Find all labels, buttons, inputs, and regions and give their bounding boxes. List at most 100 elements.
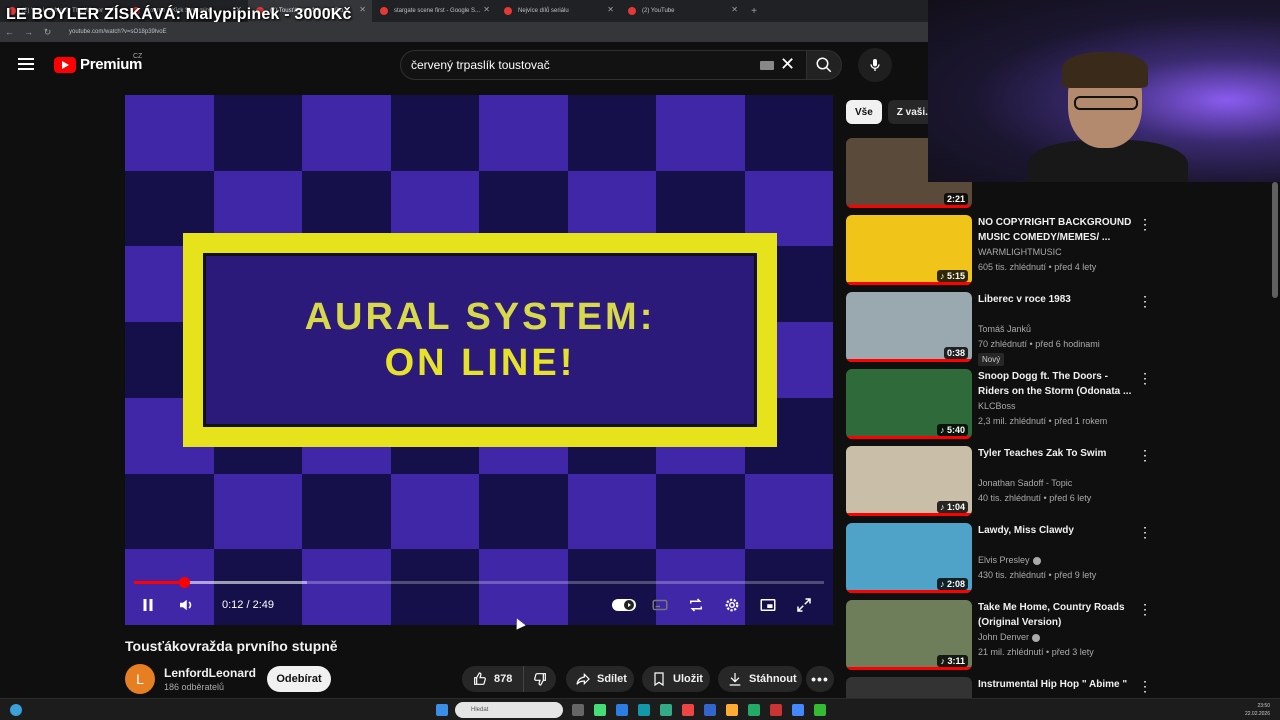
taskbar-app-icon[interactable] <box>814 704 826 716</box>
taskbar-app-icon[interactable] <box>682 704 694 716</box>
browser-tab[interactable]: Nejvíce dílů seriálu ✕ <box>496 0 620 22</box>
recommendation-item[interactable]: ♪ 1:04 Tyler Teaches Zak To Swim Jonathan … <box>846 446 1152 518</box>
fullscreen-button[interactable] <box>793 593 815 617</box>
youtube-logo[interactable]: Premium <box>54 56 142 73</box>
more-vertical-icon[interactable]: ⋮ <box>1138 679 1152 693</box>
new-badge: Nový <box>978 353 1005 366</box>
taskbar-app-icon[interactable] <box>616 704 628 716</box>
video-player[interactable]: AURAL SYSTEM: ON LINE! 0:12 / 2:49 <box>125 95 833 625</box>
video-thumbnail[interactable]: 0:38 <box>846 292 972 362</box>
recommendation-channel[interactable]: Elvis Presley <box>978 555 1041 565</box>
progress-bar[interactable] <box>134 577 824 588</box>
taskbar-app-icon[interactable] <box>638 704 650 716</box>
tab-close-icon[interactable]: ✕ <box>483 5 490 14</box>
taskbar-app-icon[interactable] <box>792 704 804 716</box>
tab-close-icon[interactable]: ✕ <box>731 5 738 14</box>
taskbar-app-icon[interactable] <box>748 704 760 716</box>
recommendation-item[interactable]: 0:38 Liberec v roce 1983 Tomáš Janků 70 zhl… <box>846 292 1152 366</box>
new-tab-icon[interactable]: + <box>744 6 764 17</box>
recommendation-channel[interactable]: KLCBoss <box>978 401 1016 411</box>
recommendation-title[interactable]: Liberec v roce 1983 <box>978 292 1134 307</box>
channel-name[interactable]: LenfordLeonard <box>164 666 256 680</box>
gear-icon <box>725 598 739 612</box>
thumbnail-accent-bar <box>846 282 972 285</box>
forward-icon[interactable]: → <box>19 27 38 37</box>
more-vertical-icon[interactable]: ⋮ <box>1138 448 1152 462</box>
start-icon[interactable] <box>436 704 448 716</box>
like-button[interactable]: 878 <box>462 666 524 692</box>
recommendation-title[interactable]: Lawdy, Miss Clawdy <box>978 523 1134 538</box>
subscribe-button[interactable]: Odebírat <box>267 666 331 692</box>
more-vertical-icon[interactable]: ⋮ <box>1138 217 1152 231</box>
taskbar-app-icon[interactable] <box>660 704 672 716</box>
clear-search-icon[interactable]: ✕ <box>780 54 795 74</box>
tab-close-icon[interactable]: ✕ <box>359 5 366 14</box>
recommendation-channel[interactable]: WARMLIGHTMUSIC <box>978 247 1062 257</box>
subtitles-button[interactable] <box>649 593 671 617</box>
more-vertical-icon[interactable]: ⋮ <box>1138 525 1152 539</box>
back-icon[interactable]: ← <box>0 27 19 37</box>
recommendation-item[interactable]: ♪ 5:15 NO COPYRIGHT BACKGROUND MUSIC COME… <box>846 215 1152 287</box>
webcam-overlay <box>928 0 1280 182</box>
url-text[interactable]: youtube.com/watch?v=sO18p39lvoE <box>69 29 167 35</box>
streamer-glasses <box>1074 96 1138 110</box>
miniplayer-button[interactable] <box>757 593 779 617</box>
thumbnail-accent-bar <box>846 667 972 670</box>
channel-avatar[interactable]: L <box>125 664 155 694</box>
video-frame-sign: AURAL SYSTEM: ON LINE! <box>183 233 777 447</box>
share-button[interactable]: Sdílet <box>566 666 634 692</box>
weather-icon[interactable] <box>10 704 22 716</box>
verified-icon <box>1032 556 1041 565</box>
volume-button[interactable] <box>175 593 197 617</box>
video-thumbnail[interactable]: ♪ 2:08 <box>846 523 972 593</box>
taskbar-app-icon[interactable] <box>770 704 782 716</box>
recommendation-channel[interactable]: Jonathan Sadoff - Topic <box>978 478 1072 488</box>
taskbar-app-icon[interactable] <box>704 704 716 716</box>
menu-icon[interactable] <box>18 58 34 70</box>
recommendation-item[interactable]: ♪ 5:40 Snoop Dogg ft. The Doors - Riders … <box>846 369 1152 441</box>
recommendation-title[interactable]: Tyler Teaches Zak To Swim <box>978 446 1134 461</box>
video-thumbnail[interactable]: ♪ 1:04 <box>846 446 972 516</box>
recommendation-title[interactable]: Take Me Home, Country Roads (Original Ve… <box>978 600 1134 630</box>
browser-tab[interactable]: (2) YouTube ✕ <box>620 0 744 22</box>
recommendation-item[interactable]: ♪ 2:08 Lawdy, Miss Clawdy Elvis Presley 430… <box>846 523 1152 595</box>
recommendation-title[interactable]: Snoop Dogg ft. The Doors - Riders on the… <box>978 369 1134 399</box>
voice-search-button[interactable] <box>858 48 892 82</box>
video-thumbnail[interactable]: ♪ 5:15 <box>846 215 972 285</box>
recommendation-title[interactable]: NO COPYRIGHT BACKGROUND MUSIC COMEDY/MEM… <box>978 215 1134 245</box>
filter-chip[interactable]: Vše <box>846 100 882 124</box>
taskbar-clock[interactable]: 23:50 22.02.2026 <box>1245 702 1270 718</box>
more-actions-button[interactable]: ••• <box>806 666 834 692</box>
dislike-button[interactable] <box>524 666 556 692</box>
browser-tab[interactable]: stargate scene first - Google S... ✕ <box>372 0 496 22</box>
tab-close-icon[interactable]: ✕ <box>607 5 614 14</box>
recommendation-channel[interactable]: John Denver <box>978 632 1041 642</box>
taskbar-search[interactable]: Hledat <box>455 702 563 718</box>
more-vertical-icon[interactable]: ⋮ <box>1138 602 1152 616</box>
taskbar-app-icon[interactable] <box>594 704 606 716</box>
reload-icon[interactable]: ↻ <box>38 27 57 38</box>
download-button[interactable]: Stáhnout <box>718 666 802 692</box>
more-vertical-icon[interactable]: ⋮ <box>1138 294 1152 308</box>
autoplay-toggle[interactable] <box>611 593 637 617</box>
keyboard-icon[interactable] <box>760 61 774 70</box>
taskbar-app-icon[interactable] <box>572 704 584 716</box>
thumbnail-accent-bar <box>846 436 972 439</box>
more-vertical-icon[interactable]: ⋮ <box>1138 371 1152 385</box>
search-box[interactable] <box>400 50 806 80</box>
progress-scrubber[interactable] <box>178 577 190 588</box>
pause-button[interactable] <box>137 593 159 617</box>
loop-button[interactable] <box>685 593 707 617</box>
page-scrollbar[interactable] <box>1272 182 1278 298</box>
recommendation-channel[interactable]: Tomáš Janků <box>978 324 1031 334</box>
video-thumbnail[interactable]: ♪ 3:11 <box>846 600 972 670</box>
recommendation-item[interactable]: ♪ 3:11 Take Me Home, Country Roads (Origi… <box>846 600 1152 672</box>
screen: (2) You Led Me To The Winner ✕ Bourne – Ki… <box>0 0 1280 720</box>
search-button[interactable] <box>806 50 842 80</box>
settings-button[interactable] <box>721 593 743 617</box>
windows-taskbar: Hledat 23:50 22.02.2026 <box>0 698 1280 720</box>
taskbar-app-icon[interactable] <box>726 704 738 716</box>
video-thumbnail[interactable]: ♪ 5:40 <box>846 369 972 439</box>
save-button[interactable]: Uložit <box>642 666 710 692</box>
search-input[interactable] <box>411 58 751 72</box>
